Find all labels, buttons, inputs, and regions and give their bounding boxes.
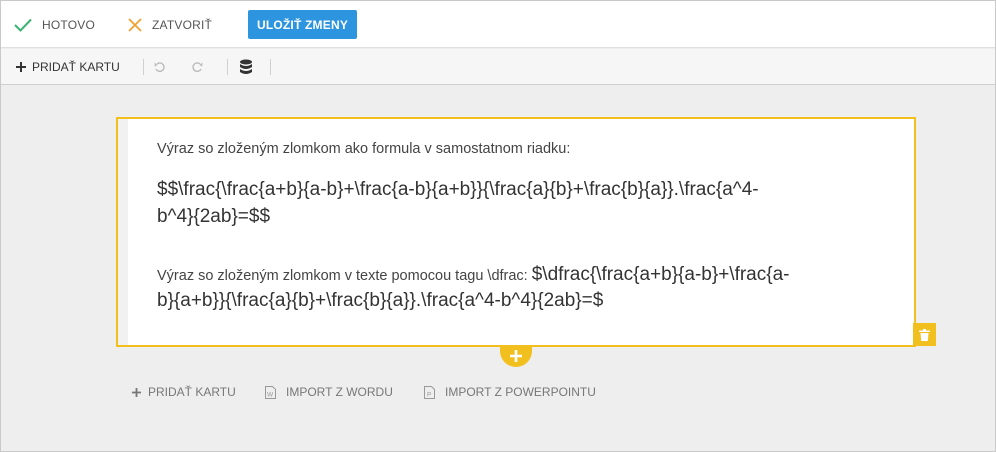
card-mixed-line: Výraz so zloženým zlomkom v texte pomoco…: [157, 262, 789, 289]
undo-button[interactable]: [154, 49, 166, 85]
top-bar: HOTOVO ZATVORIŤ ULOŽIŤ ZMENY: [1, 1, 995, 48]
card-left-stripe: [118, 119, 128, 345]
undo-icon: [154, 62, 165, 73]
card-inline-text: Výraz so zloženým zlomkom v texte pomoco…: [157, 268, 532, 284]
plus-icon: [132, 387, 141, 397]
card-inline-formula: $\dfrac{\frac{a+b}{a-b}+\frac{a-: [531, 264, 790, 285]
plus-icon: [16, 62, 26, 72]
add-card-tool-button[interactable]: PRIDAŤ KARTU: [16, 49, 120, 85]
import-word-button[interactable]: W IMPORT Z WORDU: [265, 381, 393, 403]
done-button[interactable]: HOTOVO: [14, 1, 95, 48]
check-icon: [14, 18, 32, 32]
toolbar-divider: [227, 59, 228, 75]
plus-icon: [510, 350, 522, 362]
database-button[interactable]: [239, 49, 253, 85]
svg-text:W: W: [267, 391, 274, 398]
card-formula-line: b}{a+b}}{\frac{a}{b}+\frac{b}{a}}.\frac{…: [157, 290, 604, 311]
database-icon: [240, 59, 252, 74]
close-label: ZATVORIŤ: [152, 17, 213, 32]
close-button[interactable]: ZATVORIŤ: [128, 1, 212, 48]
card-text-line: Výraz so zloženým zlomkom ako formula v …: [157, 141, 571, 157]
close-icon: [128, 17, 142, 32]
toolbar-divider: [143, 59, 144, 75]
editor-toolbar: PRIDAŤ KARTU: [1, 49, 995, 85]
content-card[interactable]: Výraz so zloženým zlomkom ako formula v …: [116, 117, 916, 347]
import-powerpoint-label: IMPORT Z POWERPOINTU: [445, 385, 596, 399]
powerpoint-file-icon: P: [424, 385, 435, 399]
add-card-bottom-label: PRIDAŤ KARTU: [148, 385, 236, 399]
card-formula-line: $$\frac{\frac{a+b}{a-b}+\frac{a-b}{a+b}}…: [157, 179, 759, 200]
import-powerpoint-button[interactable]: P IMPORT Z POWERPOINTU: [424, 381, 596, 403]
redo-icon: [192, 62, 203, 73]
save-changes-button[interactable]: ULOŽIŤ ZMENY: [248, 10, 357, 39]
redo-button[interactable]: [191, 49, 203, 85]
svg-text:P: P: [427, 391, 431, 398]
toolbar-divider: [270, 59, 271, 75]
card-formula-line: b^4}{2ab}=$$: [157, 206, 271, 227]
done-label: HOTOVO: [42, 17, 95, 32]
add-card-bottom-button[interactable]: PRIDAŤ KARTU: [132, 381, 236, 403]
import-word-label: IMPORT Z WORDU: [286, 385, 393, 399]
add-card-tool-label: PRIDAŤ KARTU: [32, 60, 120, 74]
trash-icon: [919, 328, 930, 341]
delete-card-button[interactable]: [913, 323, 936, 346]
word-file-icon: W: [265, 385, 276, 399]
